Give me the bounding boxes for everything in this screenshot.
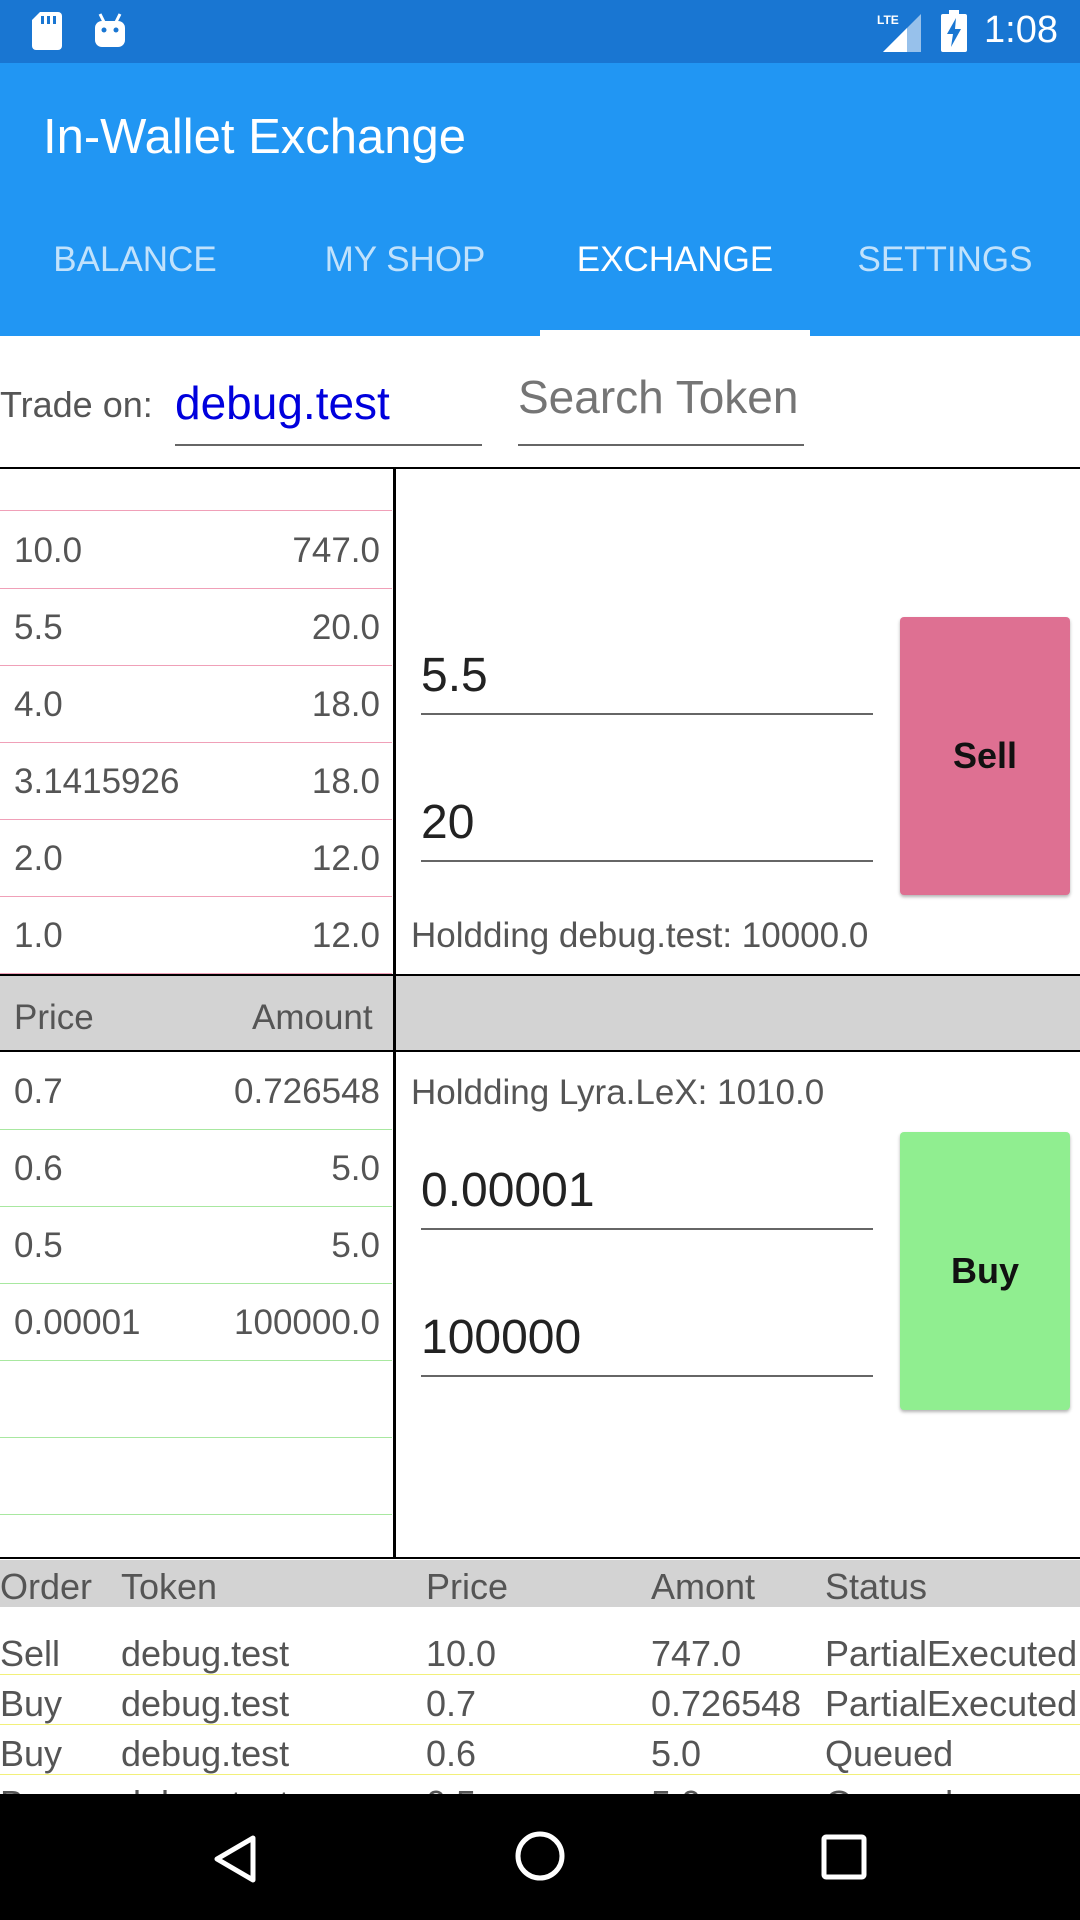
order-amount: 5.0: [651, 1733, 702, 1774]
buy-order-row[interactable]: 0.6 5.0: [0, 1129, 392, 1207]
order-amount: 12.0: [311, 916, 380, 955]
buy-order-row[interactable]: 0.00001 100000.0: [0, 1283, 392, 1361]
divider: [0, 1557, 1080, 1559]
buy-amount-input[interactable]: [421, 1310, 873, 1377]
order-price: 0.6: [14, 1149, 63, 1188]
buy-price-input[interactable]: [421, 1163, 873, 1230]
android-icon: [95, 13, 125, 47]
sell-order-row[interactable]: 10.0 747.0: [0, 511, 392, 589]
order-type: Sell: [0, 1633, 61, 1674]
sell-price-input[interactable]: [421, 648, 873, 715]
home-icon[interactable]: [514, 1830, 566, 1882]
amount-column-header: Amount: [252, 998, 373, 1037]
order-price: 0.5: [14, 1226, 63, 1265]
order-amount: 20.0: [311, 608, 380, 647]
order-amount: 5.0: [331, 1226, 380, 1265]
order-price: 0.7: [426, 1683, 477, 1724]
trade-token-selector[interactable]: debug.test: [175, 376, 390, 430]
tab-exchange[interactable]: EXCHANGE: [540, 223, 810, 336]
order-price: 10.0: [426, 1633, 497, 1674]
order-status: PartialExecuted: [825, 1633, 1078, 1674]
tab-my-shop[interactable]: MY SHOP: [270, 223, 540, 336]
order-amount: 12.0: [311, 839, 380, 878]
order-type: Buy: [0, 1733, 63, 1774]
buy-order-row-empty: [0, 1360, 392, 1438]
order-amount: 5.0: [331, 1149, 380, 1188]
sell-order-row[interactable]: 3.1415926 18.0: [0, 742, 392, 820]
order-column-header: Order: [0, 1566, 93, 1607]
svg-text:LTE: LTE: [877, 13, 899, 27]
status-bar: LTE 1:08: [0, 0, 1080, 63]
price-column-header: Price: [14, 998, 94, 1037]
app-bar: In-Wallet Exchange BALANCE MY SHOP EXCHA…: [0, 63, 1080, 336]
order-status: Queued: [825, 1733, 954, 1774]
order-price: 0.6: [426, 1733, 477, 1774]
sell-order-row[interactable]: 1.0 12.0: [0, 896, 392, 974]
order-token: debug.test: [121, 1633, 290, 1674]
navigation-bar: [0, 1794, 1080, 1920]
buy-order-row-empty: [0, 1437, 392, 1515]
sell-button[interactable]: Sell: [900, 617, 1070, 895]
table-row[interactable]: Buy debug.test 0.6 5.0 Queued: [0, 1725, 1080, 1775]
divider: [393, 976, 396, 1050]
divider: [0, 467, 1080, 469]
order-price: 4.0: [14, 685, 63, 724]
order-token: debug.test: [121, 1733, 290, 1774]
sell-order-row[interactable]: 4.0 18.0: [0, 665, 392, 743]
order-amount: 747.0: [292, 531, 380, 570]
back-icon[interactable]: [213, 1834, 257, 1884]
amount-column-header: Amont: [651, 1566, 756, 1607]
sd-card-icon: [32, 12, 62, 50]
tab-indicator: [540, 330, 810, 336]
order-price: 0.7: [14, 1072, 63, 1111]
order-price: 2.0: [14, 839, 63, 878]
order-book-header: [0, 976, 1080, 1050]
buy-order-row[interactable]: 0.7 0.726548: [0, 1052, 392, 1130]
order-amount: 0.726548: [234, 1072, 380, 1111]
lte-signal-icon: LTE: [877, 13, 921, 52]
status-time: 1:08: [984, 9, 1058, 51]
battery-charging-icon: [941, 10, 967, 52]
order-amount: 100000.0: [234, 1303, 380, 1342]
order-price: 0.00001: [14, 1303, 141, 1342]
tab-balance[interactable]: BALANCE: [0, 223, 270, 336]
order-price: 3.1415926: [14, 762, 180, 801]
sell-holding-text: Holdding debug.test: 10000.0: [411, 916, 869, 955]
buy-order-row[interactable]: 0.5 5.0: [0, 1206, 392, 1284]
app-title: In-Wallet Exchange: [43, 110, 467, 164]
order-amount: 18.0: [311, 685, 380, 724]
order-status: PartialExecuted: [825, 1683, 1078, 1724]
order-price: 1.0: [14, 916, 63, 955]
order-price: 5.5: [14, 608, 63, 647]
trade-token-underline: [175, 444, 482, 446]
status-column-header: Status: [825, 1566, 928, 1607]
order-price: 10.0: [14, 531, 83, 570]
sell-order-row[interactable]: 5.5 20.0: [0, 588, 392, 666]
order-amount: 18.0: [311, 762, 380, 801]
price-column-header: Price: [426, 1566, 509, 1607]
order-type: Buy: [0, 1683, 63, 1724]
token-column-header: Token: [121, 1566, 218, 1607]
buy-holding-text: Holdding Lyra.LeX: 1010.0: [411, 1073, 825, 1112]
order-token: debug.test: [121, 1683, 290, 1724]
order-amount: 0.726548: [651, 1683, 802, 1724]
table-row[interactable]: Buy debug.test 0.7 0.726548 PartialExecu…: [0, 1675, 1080, 1725]
table-row[interactable]: Sell debug.test 10.0 747.0 PartialExecut…: [0, 1625, 1080, 1675]
search-underline: [518, 444, 804, 446]
buy-button[interactable]: Buy: [900, 1132, 1070, 1410]
order-amount: 747.0: [651, 1633, 742, 1674]
recents-icon[interactable]: [821, 1834, 867, 1880]
search-token-input[interactable]: [518, 370, 803, 424]
sell-order-row[interactable]: 2.0 12.0: [0, 819, 392, 897]
sell-amount-input[interactable]: [421, 795, 873, 862]
trade-on-label: Trade on:: [0, 384, 153, 425]
tab-settings[interactable]: SETTINGS: [810, 223, 1080, 336]
